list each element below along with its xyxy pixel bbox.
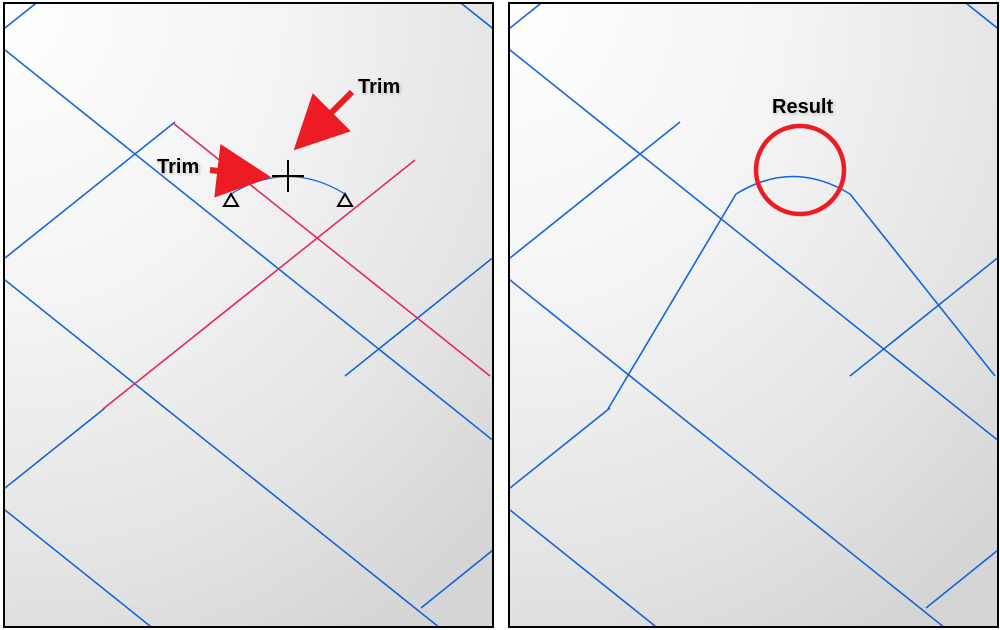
- trim-arrows: [210, 92, 352, 176]
- arrow-left: [210, 170, 262, 176]
- before-drawing: [5, 4, 492, 626]
- blue-lines: [5, 4, 492, 626]
- label-trim-top: Trim: [358, 76, 400, 99]
- trim-cursor: [224, 160, 352, 206]
- blue-lines-result: [510, 4, 997, 626]
- after-drawing: [510, 4, 997, 626]
- label-trim-left: Trim: [157, 156, 199, 179]
- label-result: Result: [772, 96, 833, 119]
- diagram-stage: Trim Trim Result: [0, 0, 1000, 630]
- result-callout-circle: [756, 126, 844, 214]
- after-panel: Result: [508, 2, 999, 628]
- arrow-top: [300, 92, 352, 144]
- before-panel: Trim Trim: [3, 2, 494, 628]
